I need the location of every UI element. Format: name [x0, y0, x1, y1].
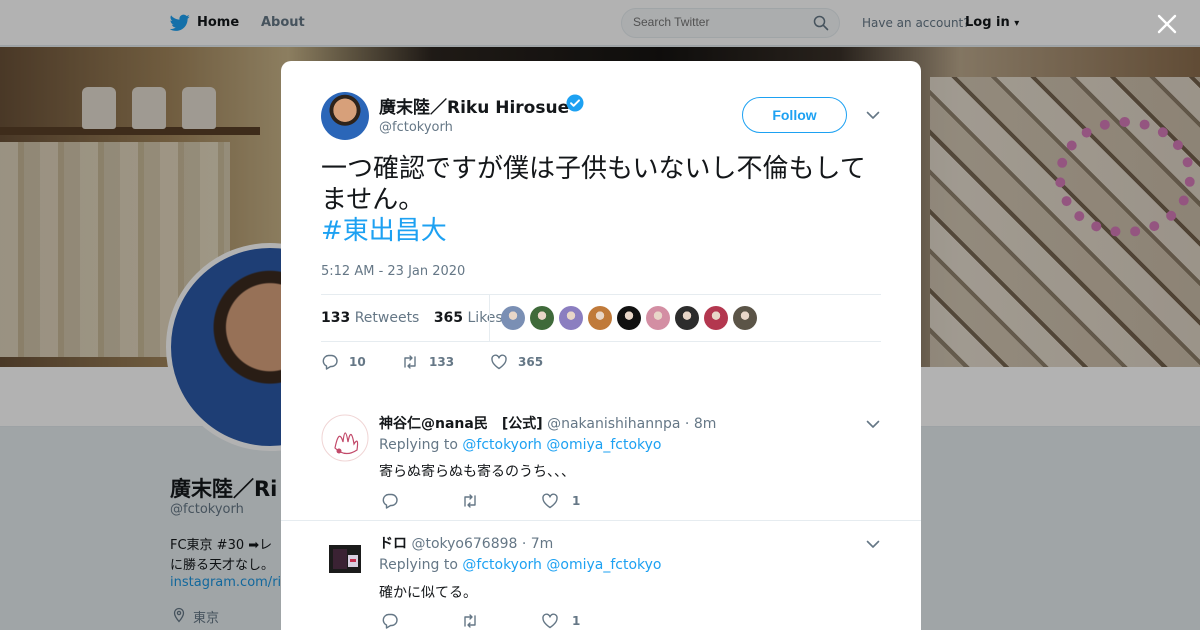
- chevron-down-icon[interactable]: [865, 416, 881, 432]
- tweet-stats: 133 Retweets 365 Likes: [321, 310, 503, 326]
- heart-icon[interactable]: [541, 492, 559, 510]
- verified-badge-icon: [566, 94, 584, 112]
- reply-author-name[interactable]: ドロ: [379, 536, 407, 552]
- divider: [489, 295, 490, 341]
- like-count: 365: [518, 355, 544, 369]
- reply-header: ドロ @tokyo676898 · 7m: [379, 533, 553, 553]
- liker-avatar[interactable]: [559, 306, 583, 330]
- liker-avatar[interactable]: [675, 306, 699, 330]
- likes-label[interactable]: Likes: [468, 310, 503, 326]
- replying-to: Replying to @fctokyorh @omiya_fctokyo: [379, 557, 661, 573]
- reply-icon[interactable]: [381, 492, 399, 510]
- reply-count: 10: [349, 355, 366, 369]
- reply-header: 神谷仁@nana民 [公式] @nakanishihannpa · 8m: [379, 413, 716, 433]
- like-action[interactable]: 1: [541, 612, 580, 630]
- hashtag-link[interactable]: #東出昌大: [321, 216, 886, 247]
- retweets-stat[interactable]: 133 Retweets: [321, 310, 419, 326]
- mention-link[interactable]: @fctokyorh: [462, 557, 542, 573]
- reply-tweet[interactable]: 神谷仁@nana民 [公式] @nakanishihannpa · 8m Rep…: [281, 399, 921, 520]
- liker-avatar[interactable]: [704, 306, 728, 330]
- reply-author-handle[interactable]: @tokyo676898: [411, 536, 517, 552]
- like-count: 1: [572, 614, 581, 628]
- mention-link[interactable]: @omiya_fctokyo: [546, 557, 661, 573]
- divider: [321, 294, 881, 295]
- tweet-actions: 10 133 365: [321, 353, 543, 371]
- liker-avatar[interactable]: [646, 306, 670, 330]
- reply-icon[interactable]: [381, 612, 399, 630]
- reply-tweet[interactable]: ドロ @tokyo676898 · 7m Replying to @fctoky…: [281, 520, 921, 630]
- retweet-icon[interactable]: [461, 492, 479, 510]
- like-action[interactable]: 365: [490, 353, 543, 371]
- divider: [321, 341, 881, 342]
- replying-to-label: Replying to: [379, 557, 458, 573]
- retweet-action[interactable]: [461, 492, 541, 510]
- retweets-label[interactable]: Retweets: [355, 310, 420, 326]
- like-action[interactable]: 1: [541, 492, 580, 510]
- tweet-author-name[interactable]: 廣末陸／Riku Hirosue: [379, 93, 569, 118]
- reply-author-name[interactable]: 神谷仁@nana民 [公式]: [379, 416, 543, 432]
- chevron-down-icon[interactable]: [865, 536, 881, 552]
- reply-text: 確かに似てる。: [379, 585, 477, 601]
- close-icon[interactable]: [1155, 12, 1179, 36]
- tweet-author-avatar[interactable]: [321, 92, 369, 140]
- tweet-modal: 廣末陸／Riku Hirosue @fctokyorh Follow 一つ確認で…: [281, 61, 921, 630]
- reply-action[interactable]: [381, 492, 461, 510]
- tweet-timestamp[interactable]: 5:12 AM - 23 Jan 2020: [321, 264, 465, 279]
- tweet-body: 一つ確認ですが僕は子供もいないし不倫もしてません。: [321, 154, 866, 215]
- retweet-icon[interactable]: [401, 353, 419, 371]
- liker-avatars: [501, 306, 757, 330]
- likes-stat[interactable]: 365 Likes: [434, 310, 503, 326]
- mention-link[interactable]: @omiya_fctokyo: [546, 437, 661, 453]
- follow-button[interactable]: Follow: [742, 97, 847, 133]
- liker-avatar[interactable]: [617, 306, 641, 330]
- reply-actions: 1: [381, 492, 580, 510]
- heart-icon[interactable]: [541, 612, 559, 630]
- reply-author-handle[interactable]: @nakanishihannpa: [547, 416, 680, 432]
- reply-avatar[interactable]: [321, 414, 369, 462]
- liker-avatar[interactable]: [530, 306, 554, 330]
- like-count: 1: [572, 494, 581, 508]
- reply-action[interactable]: [381, 612, 461, 630]
- reply-icon[interactable]: [321, 353, 339, 371]
- reply-avatar[interactable]: [321, 535, 369, 583]
- retweets-count[interactable]: 133: [321, 310, 350, 326]
- reply-actions: 1: [381, 612, 580, 630]
- replying-to: Replying to @fctokyorh @omiya_fctokyo: [379, 437, 661, 453]
- reply-text: 寄らぬ寄らぬも寄るのうち、、、: [379, 464, 575, 480]
- reply-action[interactable]: 10: [321, 353, 401, 371]
- liker-avatar[interactable]: [501, 306, 525, 330]
- retweet-action[interactable]: 133: [401, 353, 490, 371]
- chevron-down-icon[interactable]: [865, 107, 881, 123]
- heart-icon[interactable]: [490, 353, 508, 371]
- retweet-action[interactable]: [461, 612, 541, 630]
- retweet-count: 133: [429, 355, 455, 369]
- liker-avatar[interactable]: [588, 306, 612, 330]
- liker-avatar[interactable]: [733, 306, 757, 330]
- likes-count[interactable]: 365: [434, 310, 463, 326]
- tweet-author-handle[interactable]: @fctokyorh: [379, 120, 453, 135]
- retweet-icon[interactable]: [461, 612, 479, 630]
- tweet-text: 一つ確認ですが僕は子供もいないし不倫もしてません。 #東出昌大: [321, 154, 886, 247]
- mention-link[interactable]: @fctokyorh: [462, 437, 542, 453]
- reply-time[interactable]: · 7m: [522, 536, 553, 552]
- replying-to-label: Replying to: [379, 437, 458, 453]
- reply-time[interactable]: · 8m: [685, 416, 716, 432]
